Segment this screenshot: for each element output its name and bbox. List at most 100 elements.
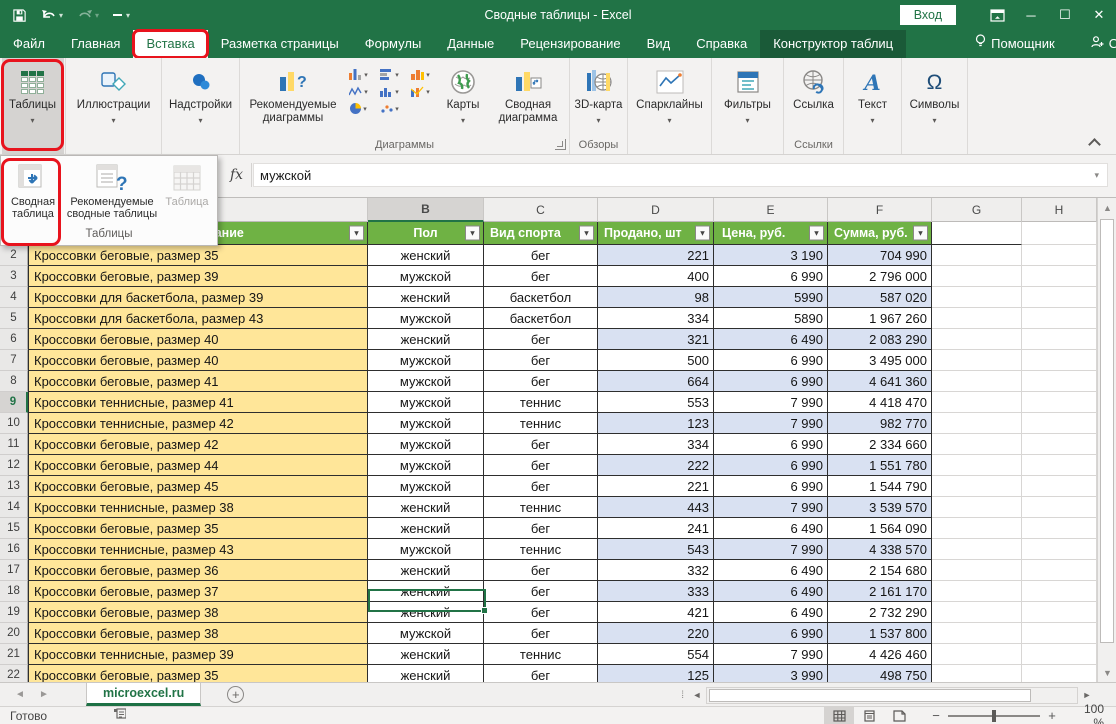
tab-home[interactable]: Главная [58, 30, 133, 58]
cell-gender[interactable]: женский [368, 518, 484, 539]
cell-price[interactable]: 3 990 [714, 665, 828, 682]
cell-sum[interactable]: 2 732 290 [828, 602, 932, 623]
cell-sum[interactable]: 587 020 [828, 287, 932, 308]
cell-sport[interactable]: бег [484, 476, 598, 497]
cell-gender[interactable]: мужской [368, 308, 484, 329]
empty-cell[interactable] [932, 308, 1022, 329]
cell-price[interactable]: 6 990 [714, 371, 828, 392]
empty-cell[interactable] [1022, 413, 1097, 434]
page-layout-view-button[interactable] [854, 707, 884, 724]
undo-button[interactable]: ▾ [41, 9, 63, 22]
empty-cell[interactable] [1022, 287, 1097, 308]
cell-gender[interactable]: женский [368, 329, 484, 350]
cell-gender[interactable]: мужской [368, 623, 484, 644]
header-cell-gender[interactable]: Пол▾ [368, 222, 484, 245]
cell-gender[interactable]: мужской [368, 476, 484, 497]
cell-price[interactable]: 7 990 [714, 539, 828, 560]
scroll-left-icon[interactable]: ◄ [688, 687, 706, 704]
empty-cell[interactable] [1022, 602, 1097, 623]
cell-qty[interactable]: 222 [598, 455, 714, 476]
cell-qty[interactable]: 98 [598, 287, 714, 308]
empty-cell[interactable] [932, 371, 1022, 392]
ribbon-display-options-button[interactable] [980, 0, 1014, 30]
cell-sum[interactable]: 1 967 260 [828, 308, 932, 329]
tab-share[interactable]: Общий доступ [1078, 30, 1116, 58]
menu-item-pivot-table[interactable]: Сводная таблица [3, 160, 63, 220]
header-cell-sport[interactable]: Вид спорта▾ [484, 222, 598, 245]
maximize-button[interactable]: ☐ [1048, 0, 1082, 30]
cell-name[interactable]: Кроссовки беговые, размер 44 [28, 455, 368, 476]
cell-price[interactable]: 6 490 [714, 581, 828, 602]
cell-name[interactable]: Кроссовки беговые, размер 36 [28, 560, 368, 581]
cell-sport[interactable]: теннис [484, 413, 598, 434]
cell-gender[interactable]: мужской [368, 350, 484, 371]
tab-data[interactable]: Данные [434, 30, 507, 58]
sign-in-button[interactable]: Вход [900, 5, 956, 25]
cell-gender[interactable]: женский [368, 497, 484, 518]
zoom-out-button[interactable]: − [928, 708, 944, 723]
column-header-f[interactable]: F [828, 198, 932, 222]
empty-cell[interactable] [1022, 434, 1097, 455]
cell-price[interactable]: 6 990 [714, 434, 828, 455]
formula-bar-expand-icon[interactable]: ▾ [1094, 170, 1107, 181]
horizontal-scrollbar-track[interactable] [706, 687, 1078, 704]
row-header[interactable]: 22 [0, 665, 28, 682]
cell-qty[interactable]: 400 [598, 266, 714, 287]
cell-sum[interactable]: 4 338 570 [828, 539, 932, 560]
cell-sport[interactable]: бег [484, 371, 598, 392]
close-button[interactable]: ✕ [1082, 0, 1116, 30]
cell-qty[interactable]: 664 [598, 371, 714, 392]
cell-qty[interactable]: 334 [598, 434, 714, 455]
cell-sum[interactable]: 1 551 780 [828, 455, 932, 476]
empty-cell[interactable] [1022, 644, 1097, 665]
text-button[interactable]: A Текст ▾ [846, 58, 900, 154]
cell-price[interactable]: 7 990 [714, 644, 828, 665]
empty-cell[interactable] [1022, 581, 1097, 602]
row-header[interactable]: 5 [0, 308, 28, 329]
cell-sport[interactable]: теннис [484, 392, 598, 413]
row-header[interactable]: 16 [0, 539, 28, 560]
cell-sport[interactable]: бег [484, 329, 598, 350]
cell-qty[interactable]: 543 [598, 539, 714, 560]
cell-sport[interactable]: бег [484, 623, 598, 644]
sheet-tab-active[interactable]: microexcel.ru [86, 683, 201, 706]
cell-name[interactable]: Кроссовки беговые, размер 38 [28, 602, 368, 623]
cell-qty[interactable]: 220 [598, 623, 714, 644]
cell-qty[interactable]: 334 [598, 308, 714, 329]
normal-view-button[interactable] [824, 707, 854, 724]
tab-page-layout[interactable]: Разметка страницы [208, 30, 352, 58]
cell-price[interactable]: 6 990 [714, 266, 828, 287]
cell-name[interactable]: Кроссовки беговые, размер 38 [28, 623, 368, 644]
header-cell-sum[interactable]: Сумма, руб.▾ [828, 222, 932, 245]
cell-sum[interactable]: 2 334 660 [828, 434, 932, 455]
cell-gender[interactable]: мужской [368, 371, 484, 392]
cell-price[interactable]: 6 490 [714, 560, 828, 581]
cell-sport[interactable]: бег [484, 665, 598, 682]
empty-cell[interactable] [1022, 497, 1097, 518]
new-sheet-button[interactable]: + [227, 686, 244, 703]
cell-price[interactable]: 6 490 [714, 602, 828, 623]
tab-view[interactable]: Вид [634, 30, 684, 58]
collapse-ribbon-icon[interactable] [1088, 138, 1102, 148]
cell-gender[interactable]: мужской [368, 455, 484, 476]
cell-sum[interactable]: 498 750 [828, 665, 932, 682]
cell-price[interactable]: 3 190 [714, 245, 828, 266]
cell-sum[interactable]: 4 418 470 [828, 392, 932, 413]
cell-sport[interactable]: бег [484, 560, 598, 581]
insert-function-fx-button[interactable]: fx [222, 163, 252, 187]
cell-gender[interactable]: женский [368, 581, 484, 602]
cell-sport[interactable]: баскетбол [484, 287, 598, 308]
empty-cell[interactable] [932, 455, 1022, 476]
tab-review[interactable]: Рецензирование [507, 30, 633, 58]
cell-price[interactable]: 6 490 [714, 518, 828, 539]
cell-name[interactable]: Кроссовки теннисные, размер 43 [28, 539, 368, 560]
empty-cell[interactable] [932, 539, 1022, 560]
tab-assistant[interactable]: Помощник [962, 30, 1068, 58]
column-header-d[interactable]: D [598, 198, 714, 222]
row-header[interactable]: 15 [0, 518, 28, 539]
combo-chart-button[interactable]: ▾ [405, 83, 436, 100]
prev-sheet-icon[interactable]: ◄ [8, 683, 32, 706]
bar-chart-button[interactable]: ▾ [374, 66, 405, 83]
empty-cell[interactable] [932, 222, 1022, 245]
cell-name[interactable]: Кроссовки беговые, размер 35 [28, 518, 368, 539]
